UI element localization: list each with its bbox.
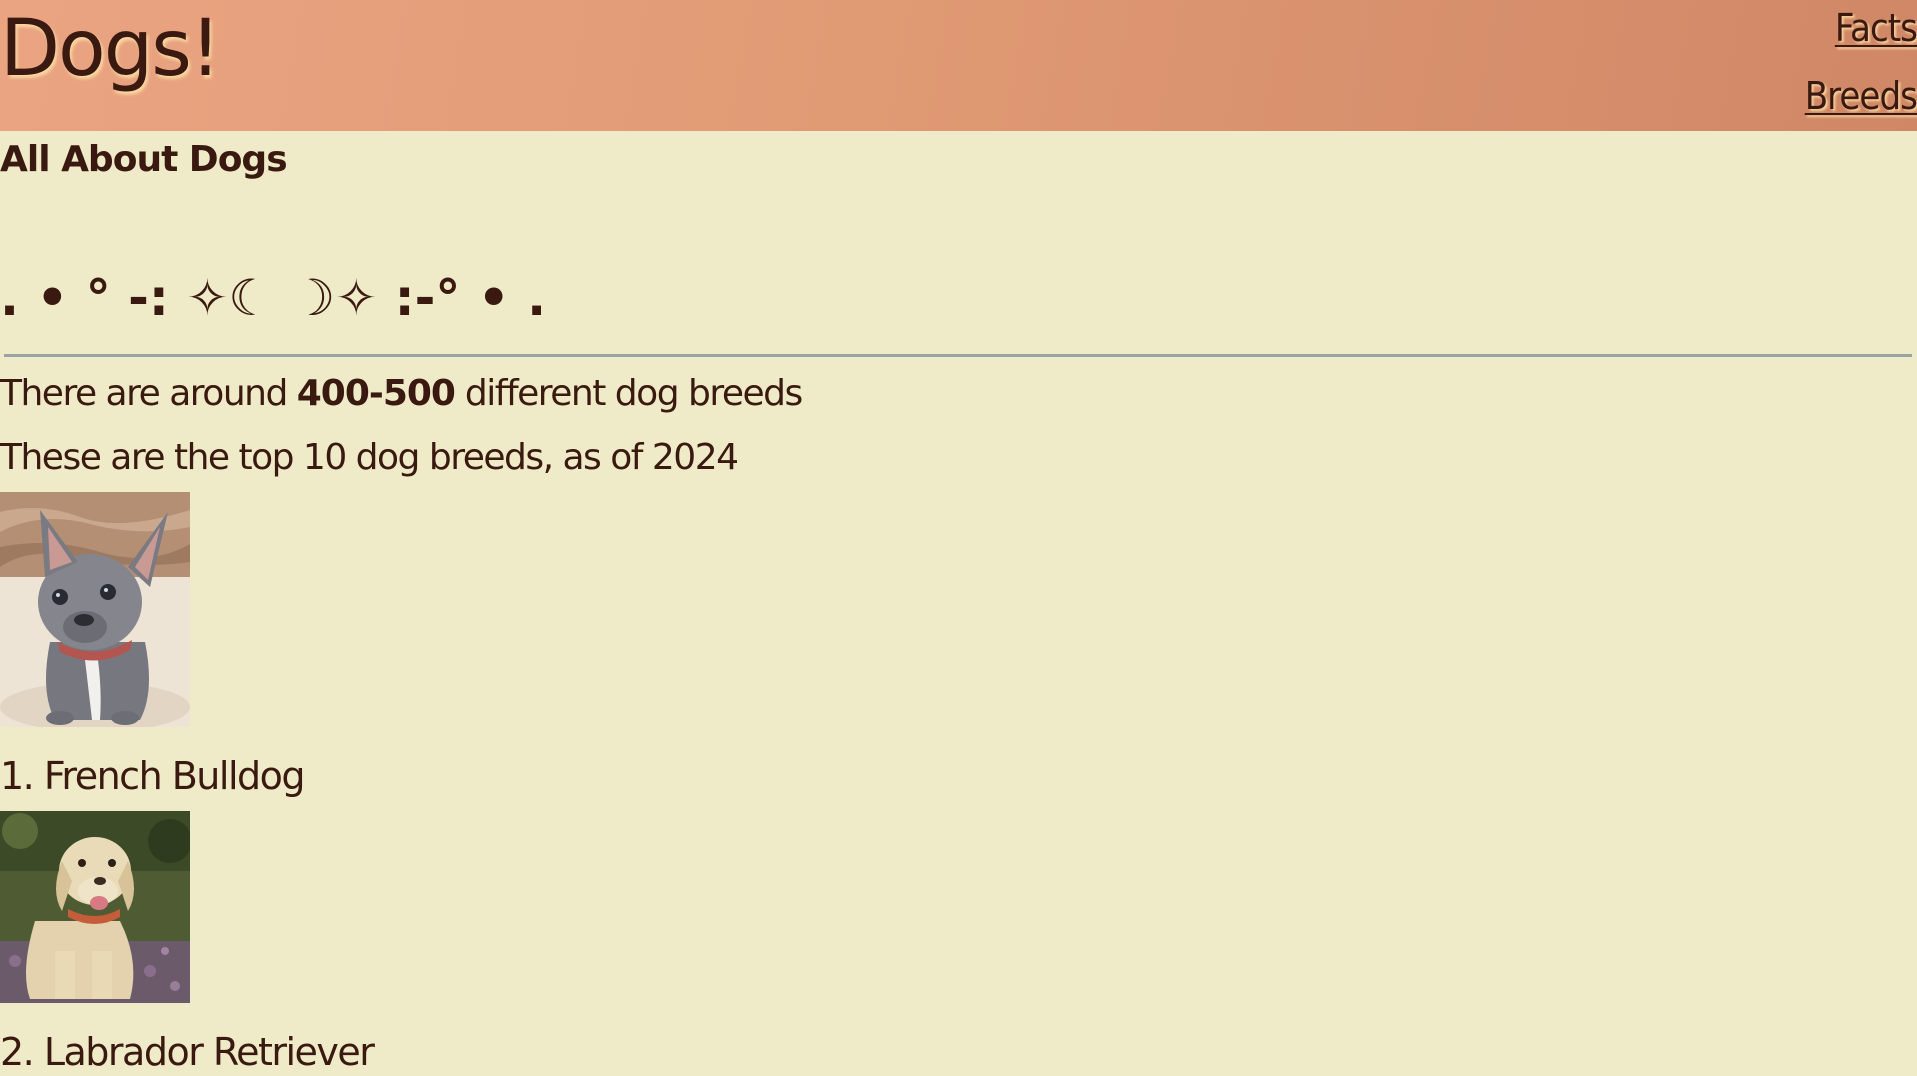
breed-count-suffix: different dog breeds [454, 373, 803, 414]
top-breeds-intro: These are the top 10 dog breeds, as of 2… [0, 437, 739, 478]
main-nav: Facts Breeds [1805, 0, 1917, 130]
breed-count-number: 400-500 [296, 373, 456, 414]
nav-link-breeds[interactable]: Breeds [1805, 62, 1917, 130]
nav-link-facts[interactable]: Facts [1805, 0, 1917, 62]
decorative-sparkle-divider: . • ° -: ✧☾ ☽✧ :-° • . [0, 269, 547, 327]
site-title: Dogs! [0, 4, 221, 94]
breed-count-prefix: There are around [0, 373, 297, 414]
breed-name-french-bulldog: 1. French Bulldog [0, 754, 306, 798]
breed-name-labrador-retriever: 2. Labrador Retriever [0, 1030, 375, 1074]
horizontal-rule [4, 354, 1912, 357]
labrador-retriever-photo [0, 811, 190, 1003]
page-subtitle: All About Dogs [0, 139, 288, 180]
french-bulldog-photo [0, 492, 190, 727]
breed-count-text: There are around 400-500 different dog b… [0, 370, 803, 418]
site-header: Dogs! Facts Breeds [0, 0, 1917, 131]
